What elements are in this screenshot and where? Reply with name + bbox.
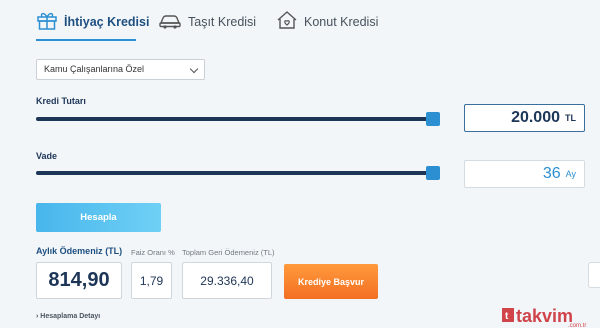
- term-slider[interactable]: [36, 166, 440, 180]
- tab-label: Konut Kredisi: [304, 15, 379, 29]
- apply-for-loan-button[interactable]: Krediye Başvur: [284, 264, 378, 299]
- interest-rate-label: Faiz Oranı %: [131, 248, 175, 257]
- monthly-payment-label: Aylık Ödemeniz (TL): [36, 246, 123, 256]
- total-repayment-box: 29.336,40: [182, 262, 272, 299]
- tab-ihtiyac-kredisi[interactable]: İhtiyaç Kredisi: [36, 10, 149, 40]
- slider-track: [36, 117, 440, 121]
- house-icon: [277, 11, 297, 29]
- loan-amount-slider[interactable]: [36, 112, 440, 126]
- total-repayment-label: Toplam Geri Ödemeniz (TL): [182, 248, 275, 257]
- term-label: Vade: [36, 151, 58, 161]
- tab-label: İhtiyaç Kredisi: [64, 15, 150, 29]
- svg-text:.com.tr: .com.tr: [568, 323, 586, 328]
- term-input[interactable]: 36 Ay: [464, 160, 585, 188]
- segment-selected-value: Kamu Çalışanlarına Özel: [44, 64, 145, 74]
- active-tab-indicator: [36, 39, 136, 41]
- gift-icon: [37, 12, 57, 30]
- calculate-button[interactable]: Hesapla: [36, 203, 161, 232]
- loan-amount-input[interactable]: 20.000 TL: [464, 104, 585, 132]
- loan-amount-unit: TL: [565, 113, 576, 123]
- monthly-payment-box: 814,90: [36, 262, 122, 299]
- calculation-detail-label: Hesaplama Detayı: [40, 313, 101, 320]
- slider-handle[interactable]: [426, 112, 440, 126]
- chevron-down-icon: [189, 64, 199, 74]
- loan-amount-value: 20.000: [511, 109, 560, 126]
- side-tab-icon[interactable]: [588, 262, 600, 288]
- calculation-detail-link[interactable]: › Hesaplama Detayı: [36, 313, 100, 320]
- monthly-payment-value: 814,90: [48, 269, 110, 291]
- interest-rate-value: 1,79: [139, 273, 164, 288]
- term-unit: Ay: [565, 169, 576, 179]
- term-value: 36: [542, 165, 561, 182]
- tab-label: Taşıt Kredisi: [188, 15, 257, 29]
- svg-text:takvim: takvim: [516, 306, 573, 326]
- interest-rate-box: 1,79: [131, 262, 172, 299]
- credit-type-tabs: İhtiyaç Kredisi Taşıt Kredisi Konut Kred…: [0, 0, 600, 44]
- slider-track: [36, 171, 440, 175]
- total-repayment-value: 29.336,40: [200, 273, 254, 288]
- tab-tasit-kredisi[interactable]: Taşıt Kredisi: [158, 10, 256, 40]
- car-icon: [159, 15, 181, 29]
- tab-konut-kredisi[interactable]: Konut Kredisi: [276, 10, 378, 40]
- slider-handle[interactable]: [426, 166, 440, 180]
- takvim-watermark-logo: t takvim .com.tr: [502, 306, 586, 328]
- loan-amount-label: Kredi Tutarı: [36, 96, 86, 106]
- customer-segment-select[interactable]: Kamu Çalışanlarına Özel: [36, 59, 205, 80]
